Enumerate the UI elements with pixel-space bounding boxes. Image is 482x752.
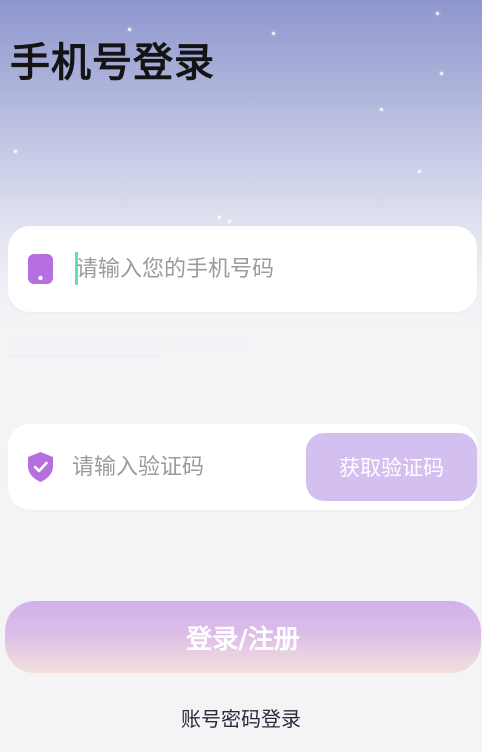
- register-hint: 未注册手机号验证后将自动创建账号: [8, 334, 249, 352]
- account-password-login-link[interactable]: 账号密码登录: [0, 703, 482, 732]
- star-decoration: [128, 28, 131, 31]
- star-decoration: [418, 170, 421, 173]
- star-decoration: [14, 150, 17, 153]
- page-title: 手机号登录: [10, 40, 215, 86]
- phone-input[interactable]: [76, 247, 366, 291]
- star-decoration: [436, 12, 439, 15]
- star-decoration: [218, 216, 221, 219]
- get-code-button[interactable]: 获取验证码: [306, 433, 477, 501]
- star-decoration: [440, 72, 443, 75]
- star-decoration: [380, 108, 383, 111]
- shield-check-icon: [28, 452, 53, 482]
- code-field-card: 获取验证码: [8, 424, 477, 510]
- phone-icon: [28, 254, 53, 284]
- star-decoration: [272, 32, 275, 35]
- phone-field-card: [8, 226, 477, 312]
- login-register-button[interactable]: 登录/注册: [5, 601, 481, 673]
- verification-code-input[interactable]: [72, 445, 292, 489]
- star-decoration: [228, 220, 231, 223]
- hint-divider: [10, 356, 160, 357]
